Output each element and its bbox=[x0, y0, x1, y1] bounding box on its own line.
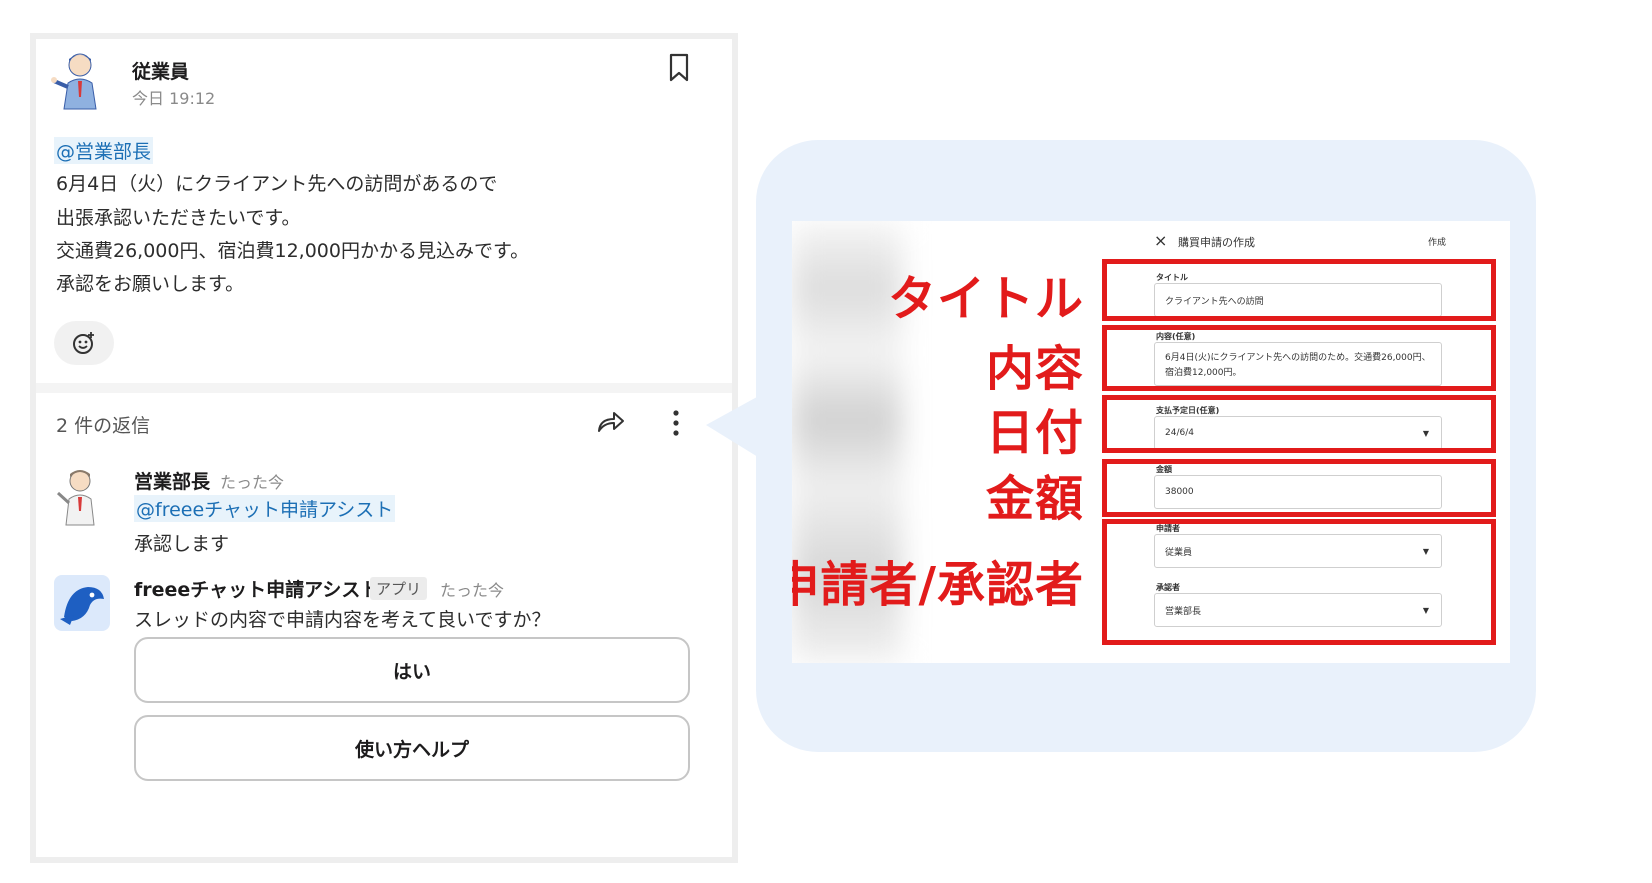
message-line-4: 承認をお願いします。 bbox=[56, 273, 245, 295]
mention-sales-manager[interactable]: @営業部長 bbox=[54, 137, 154, 164]
parent-message: 従業員 今日 19:12 @営業部長 6月4日（火）にクライアント先への訪問があ… bbox=[36, 39, 732, 411]
bookmark-icon[interactable] bbox=[668, 53, 690, 83]
reply1-text: 承認します bbox=[134, 533, 230, 555]
emoji-add-icon bbox=[73, 332, 94, 354]
message-line-1: 6月4日（火）にクライアント先への訪問があるので bbox=[56, 173, 498, 195]
reply2-text: スレッドの内容で申請内容を考えて良いですか？ bbox=[134, 609, 551, 631]
sales-manager-avatar[interactable] bbox=[54, 467, 104, 527]
message-line-2: 出張承認いただきたいです。 bbox=[56, 207, 301, 229]
employee-avatar[interactable] bbox=[50, 51, 106, 111]
mention-chat-assist[interactable]: @freeeチャット申請アシスト bbox=[134, 495, 396, 522]
annotation-title: タイトル bbox=[887, 271, 1084, 327]
reply2-author[interactable]: freeeチャット申請アシスト bbox=[134, 575, 379, 602]
annotation-content: 内容 bbox=[985, 341, 1084, 397]
annotation-amount: 金額 bbox=[985, 471, 1084, 527]
chat-assist-bot-avatar[interactable] bbox=[54, 575, 110, 631]
add-reaction-button[interactable] bbox=[54, 321, 114, 365]
annotation-applicant-approver: 申請者/承認者 bbox=[792, 557, 1084, 613]
highlight-applicant-approver-frame bbox=[1102, 519, 1496, 645]
share-icon[interactable] bbox=[596, 409, 626, 435]
app-badge: アプリ bbox=[370, 577, 428, 600]
post-author-name[interactable]: 従業員 bbox=[132, 57, 189, 84]
purchase-request-form-screenshot: タイトル 内容 日付 金額 申請者/承認者 × 購買申請の作成 作成 タイトル … bbox=[792, 221, 1510, 663]
post-timestamp[interactable]: 今日 19:12 bbox=[132, 85, 215, 109]
reply1-time[interactable]: たった今 bbox=[220, 469, 284, 493]
more-options-icon[interactable] bbox=[672, 409, 680, 437]
reply-count[interactable]: 2 件の返信 bbox=[56, 411, 150, 438]
highlight-amount-frame bbox=[1102, 459, 1496, 517]
reply2-time[interactable]: たった今 bbox=[440, 577, 504, 601]
highlight-content-frame bbox=[1102, 325, 1496, 391]
chat-thread-panel: 従業員 今日 19:12 @営業部長 6月4日（火）にクライアント先への訪問があ… bbox=[30, 33, 738, 863]
annotation-date: 日付 bbox=[985, 405, 1084, 461]
section-divider bbox=[36, 383, 732, 393]
yes-button[interactable]: はい bbox=[134, 637, 690, 703]
close-icon[interactable]: × bbox=[1154, 231, 1167, 250]
reply1-author[interactable]: 営業部長 bbox=[134, 467, 210, 494]
highlight-title-frame bbox=[1102, 259, 1496, 321]
message-line-3: 交通費26,000円、宿泊費12,000円かかる見込みです。 bbox=[56, 240, 530, 262]
usage-help-button[interactable]: 使い方ヘルプ bbox=[134, 715, 690, 781]
form-title: 購買申請の作成 bbox=[1178, 236, 1255, 249]
create-button[interactable]: 作成 bbox=[1428, 235, 1446, 248]
highlight-date-frame bbox=[1102, 395, 1496, 453]
